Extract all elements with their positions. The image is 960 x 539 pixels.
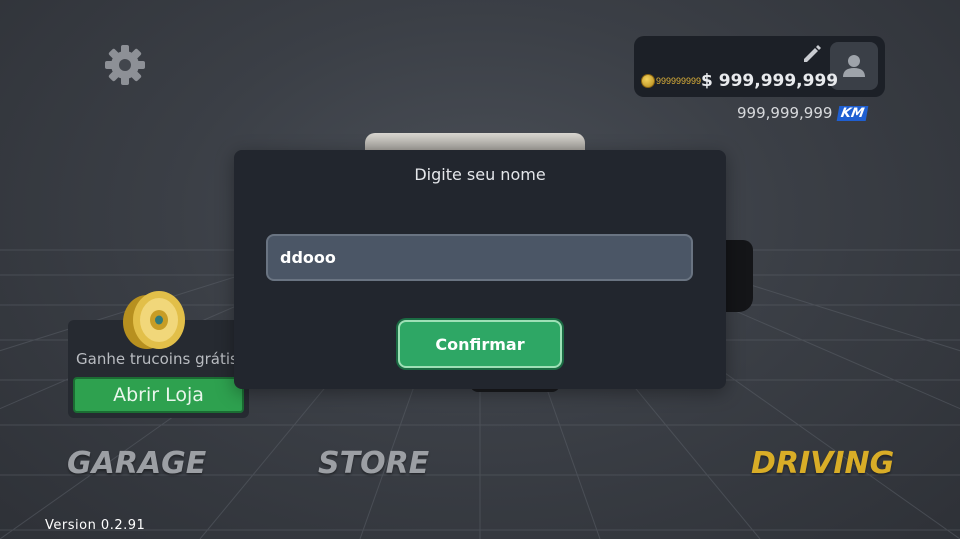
money-balance: $ 999,999,999	[701, 71, 839, 91]
wheel-icon	[117, 288, 201, 352]
nav-store[interactable]: STORE	[318, 446, 429, 481]
dialog-title: Digite seu nome	[414, 165, 546, 184]
km-badge: KM	[837, 105, 869, 121]
name-input[interactable]	[266, 234, 693, 281]
nav-garage[interactable]: GARAGE	[67, 446, 206, 481]
nav-driving[interactable]: DRIVING	[751, 446, 894, 481]
distance-row: 999,999,999 KM	[737, 104, 869, 122]
enter-name-dialog: Digite seu nome Confirmar	[234, 150, 726, 389]
version-label: Version 0.2.91	[45, 518, 146, 533]
coin-icon	[641, 74, 655, 88]
free-coins-label: Ganhe trucoins grátis	[76, 350, 238, 368]
pencil-icon[interactable]	[801, 42, 823, 64]
distance-value: 999,999,999	[737, 104, 833, 122]
profile-panel: 999999999 $ 999,999,999	[634, 36, 885, 97]
confirm-button[interactable]: Confirmar	[398, 320, 562, 368]
gear-icon[interactable]	[104, 44, 146, 86]
open-shop-button[interactable]: Abrir Loja	[73, 377, 244, 413]
coins-balance: 999999999	[656, 76, 702, 86]
